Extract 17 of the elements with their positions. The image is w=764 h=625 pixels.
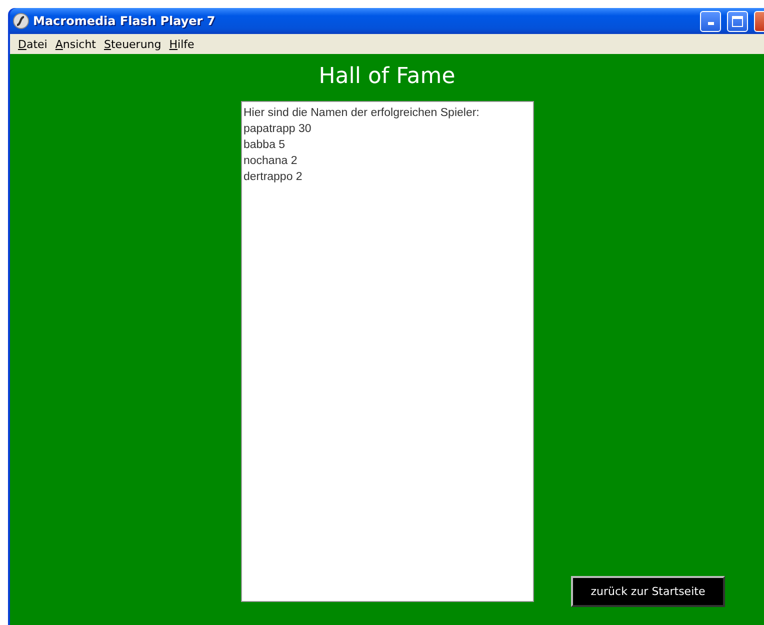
player-score-entry: papatrapp 30	[244, 122, 312, 137]
maximize-icon	[732, 16, 743, 26]
player-score-entry: babba 5	[244, 138, 286, 153]
menu-item[interactable]: Ansicht	[51, 38, 100, 50]
player-score-entry: nochana 2	[244, 154, 298, 169]
page-heading: Hall of Fame	[318, 64, 456, 89]
back-to-start-button[interactable]: zurück zur Startseite	[571, 576, 725, 607]
maximize-button[interactable]	[727, 10, 748, 32]
close-button[interactable]	[754, 10, 764, 32]
menu-item[interactable]: Hilfe	[165, 38, 198, 50]
flash-logo-icon	[13, 13, 29, 29]
window-title: Macromedia Flash Player 7	[33, 14, 216, 28]
player-score-entry: dertrappo 2	[244, 170, 304, 185]
list-intro: Hier sind die Namen der erfolgreichen Spieler:	[244, 106, 480, 121]
menu-item[interactable]: Datei	[14, 38, 52, 50]
minimize-button[interactable]	[700, 10, 721, 32]
menu-item[interactable]: Steuerung	[100, 38, 166, 50]
